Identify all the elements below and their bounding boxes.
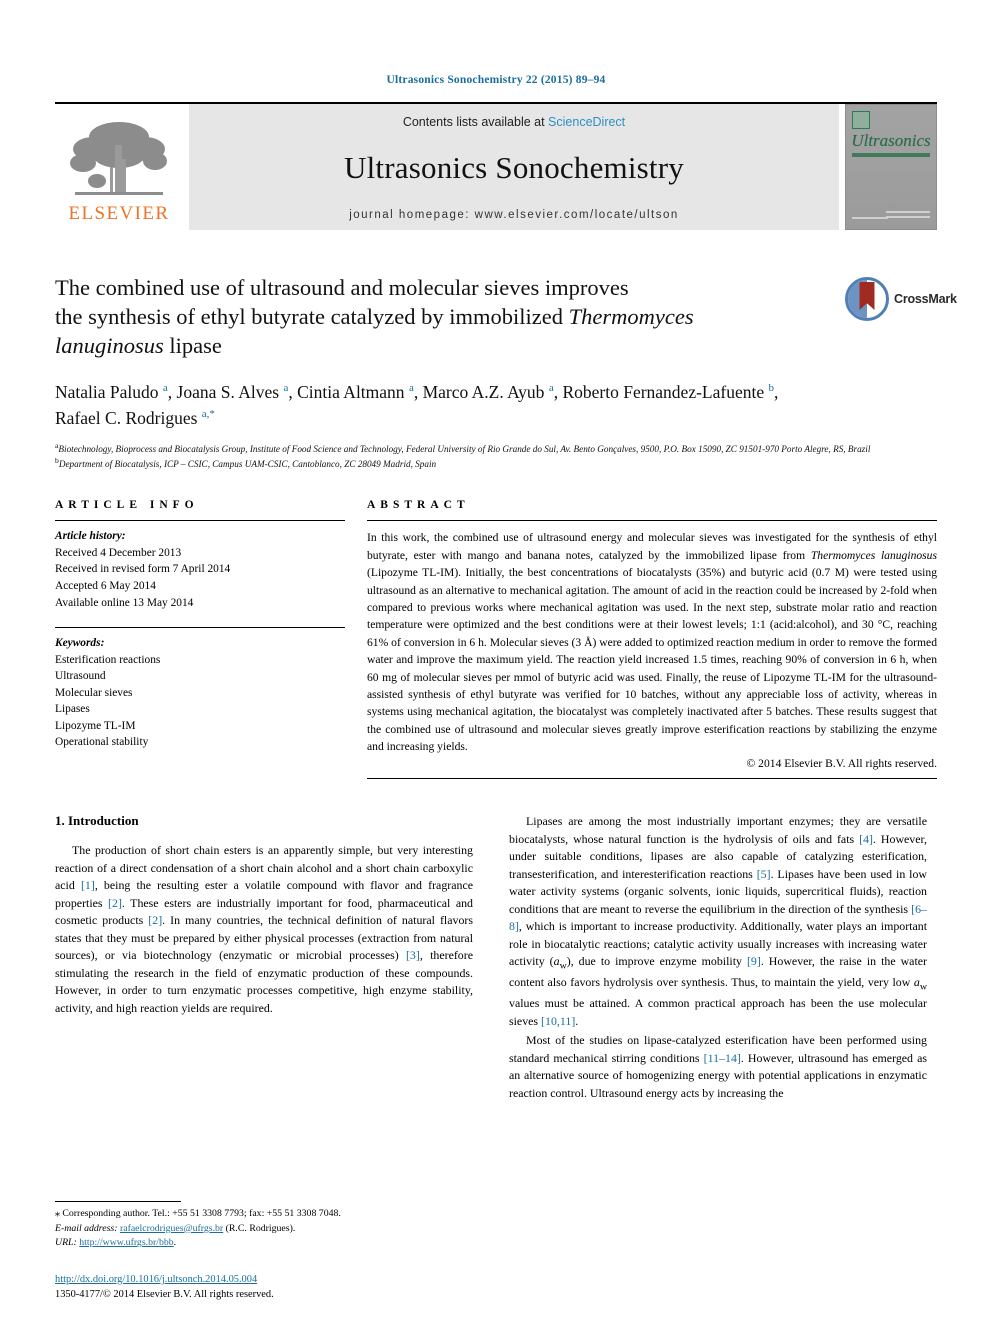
article-info-rule bbox=[55, 520, 345, 522]
journal-masthead: ELSEVIER Contents lists available at Sci… bbox=[55, 102, 937, 230]
keywords-list: Keywords: Esterification reactions Ultra… bbox=[55, 635, 345, 751]
crossmark-badge[interactable]: CrossMark bbox=[845, 276, 957, 322]
body-column-right: Lipases are among the most industrially … bbox=[509, 813, 927, 1104]
affiliation-b-text: Department of Biocatalysis, ICP – CSIC, … bbox=[58, 459, 437, 470]
intro-paragraph-right-1: Lipases are among the most industrially … bbox=[509, 813, 927, 1030]
affiliation-a: aBiotechnology, Bioprocess and Biocataly… bbox=[55, 441, 871, 455]
contents-prefix: Contents lists available at bbox=[402, 115, 549, 129]
keyword-item: Esterification reactions bbox=[55, 653, 161, 666]
cover-text-lines-right bbox=[886, 211, 930, 221]
citation-ref[interactable]: [5] bbox=[757, 867, 771, 881]
imprint-block: http://dx.doi.org/10.1016/j.ultsonch.201… bbox=[55, 1272, 485, 1303]
keyword-item: Molecular sieves bbox=[55, 686, 133, 699]
right-text-h: . bbox=[575, 1013, 579, 1028]
cover-text-lines-left bbox=[852, 217, 888, 219]
article-page: Ultrasonics Sonochemistry 22 (2015) 89–9… bbox=[0, 0, 992, 1323]
article-info-heading: ARTICLE INFO bbox=[55, 499, 199, 512]
title-block: The combined use of ultrasound and molec… bbox=[55, 274, 957, 360]
keyword-item: Lipases bbox=[55, 703, 90, 716]
body-column-left: 1. Introduction The production of short … bbox=[55, 813, 473, 1104]
keyword-item: Ultrasound bbox=[55, 670, 106, 683]
url-link[interactable]: http://www.ufrgs.br/bbb bbox=[79, 1237, 173, 1248]
intro-paragraph-left: The production of short chain esters is … bbox=[55, 842, 473, 1017]
journal-cover-thumbnail: Ultrasonics bbox=[845, 104, 937, 230]
citation-ref[interactable]: [2] bbox=[108, 896, 122, 910]
abstract-heading: ABSTRACT bbox=[367, 499, 470, 512]
footnote-url: URL: http://www.ufrgs.br/bbb. bbox=[55, 1236, 473, 1251]
crossmark-icon bbox=[845, 277, 889, 321]
title-line-3-tail: lipase bbox=[163, 332, 222, 358]
abstract-rule-bottom bbox=[367, 778, 937, 780]
cover-rule bbox=[852, 153, 930, 157]
citation-ref[interactable]: [3] bbox=[406, 948, 420, 962]
intro-paragraph-right-2: Most of the studies on lipase-catalyzed … bbox=[509, 1032, 927, 1102]
running-head: Ultrasonics Sonochemistry 22 (2015) 89–9… bbox=[386, 74, 606, 86]
corresponding-author-footnote: ⁎ Corresponding author. Tel.: +55 51 330… bbox=[55, 1200, 473, 1251]
citation-ref[interactable]: [4] bbox=[859, 832, 873, 846]
abstract-part-2: (Lipozyme TL-IM). Initially, the best co… bbox=[367, 566, 937, 754]
aw-subscript: w bbox=[559, 960, 567, 972]
history-item: Received 4 December 2013 bbox=[55, 546, 182, 559]
footnote-email: E-mail address: rafaelcrodrigues@ufrgs.b… bbox=[55, 1222, 473, 1237]
aw-subscript: w bbox=[919, 981, 927, 993]
title-line-1: The combined use of ultrasound and molec… bbox=[55, 275, 629, 300]
email-label: E-mail address: bbox=[55, 1222, 118, 1234]
history-item: Received in revised form 7 April 2014 bbox=[55, 563, 231, 576]
right-text-e: ), due to improve enzyme mobility bbox=[566, 954, 747, 969]
page-title: The combined use of ultrasound and molec… bbox=[55, 274, 850, 360]
email-owner: (R.C. Rodrigues). bbox=[223, 1222, 296, 1234]
abstract-copyright: © 2014 Elsevier B.V. All rights reserved… bbox=[746, 757, 937, 771]
abstract-organism: Thermomyces lanuginosus bbox=[810, 548, 937, 562]
footnote-corresponding: ⁎ Corresponding author. Tel.: +55 51 330… bbox=[55, 1207, 473, 1222]
url-label: URL: bbox=[55, 1237, 77, 1249]
url-tail: . bbox=[173, 1237, 177, 1249]
keyword-item: Lipozyme TL-IM bbox=[55, 719, 136, 732]
body-columns: 1. Introduction The production of short … bbox=[55, 813, 937, 1104]
elsevier-tree-icon bbox=[70, 122, 167, 195]
masthead-center: Contents lists available at ScienceDirec… bbox=[189, 104, 839, 230]
elsevier-wordmark: ELSEVIER bbox=[68, 203, 170, 224]
title-genus: Thermomyces bbox=[568, 303, 694, 329]
article-info-column: ARTICLE INFO Article history: Received 4… bbox=[55, 499, 345, 779]
journal-title: Ultrasonics Sonochemistry bbox=[344, 150, 684, 185]
journal-homepage-link[interactable]: journal homepage: www.elsevier.com/locat… bbox=[349, 209, 679, 221]
keywords-rule bbox=[55, 627, 345, 629]
info-abstract-section: ARTICLE INFO Article history: Received 4… bbox=[55, 499, 937, 780]
keywords-label: Keywords: bbox=[55, 637, 105, 650]
abstract-column: ABSTRACT In this work, the combined use … bbox=[367, 499, 937, 780]
cover-emblem-icon bbox=[852, 111, 870, 129]
article-history: Article history: Received 4 December 201… bbox=[55, 528, 345, 611]
citation-ref[interactable]: [10,11] bbox=[541, 1014, 575, 1028]
history-item: Accepted 6 May 2014 bbox=[55, 579, 156, 592]
doi-link[interactable]: http://dx.doi.org/10.1016/j.ultsonch.201… bbox=[55, 1272, 485, 1288]
section-heading-introduction: 1. Introduction bbox=[55, 813, 139, 829]
citation-ref[interactable]: [1] bbox=[81, 878, 95, 892]
article-history-label: Article history: bbox=[55, 530, 126, 543]
citation-ref[interactable]: [9] bbox=[747, 954, 761, 968]
citation-ref[interactable]: [11–14] bbox=[704, 1051, 741, 1065]
history-item: Available online 13 May 2014 bbox=[55, 596, 194, 609]
abstract-text: In this work, the combined use of ultras… bbox=[367, 529, 937, 755]
keywords-block: Keywords: Esterification reactions Ultra… bbox=[55, 627, 345, 751]
citation-ref[interactable]: [2] bbox=[148, 913, 162, 927]
footnote-rule bbox=[55, 1200, 181, 1202]
author-list: Natalia Paludo a, Joana S. Alves a, Cint… bbox=[55, 382, 779, 428]
email-link[interactable]: rafaelcrodrigues@ufrgs.br bbox=[120, 1223, 223, 1234]
issn-copyright-line: 1350-4177/© 2014 Elsevier B.V. All right… bbox=[55, 1289, 274, 1301]
keyword-item: Operational stability bbox=[55, 736, 149, 749]
sciencedirect-link[interactable]: ScienceDirect bbox=[548, 115, 625, 129]
crossmark-bookmark-icon bbox=[859, 282, 875, 310]
footnote-corresponding-text: Corresponding author. Tel.: +55 51 3308 … bbox=[62, 1207, 341, 1219]
elsevier-logo: ELSEVIER bbox=[55, 104, 183, 230]
affiliation-a-text: Biotechnology, Bioprocess and Biocatalys… bbox=[58, 444, 871, 455]
cover-title: Ultrasonics bbox=[851, 131, 931, 150]
title-species: lanuginosus bbox=[55, 332, 164, 358]
contents-lists-line: Contents lists available at ScienceDirec… bbox=[403, 115, 625, 129]
crossmark-label: CrossMark bbox=[894, 292, 957, 306]
abstract-rule-top bbox=[367, 520, 937, 522]
affiliation-b: bDepartment of Biocatalysis, ICP – CSIC,… bbox=[55, 456, 437, 470]
title-line-2: the synthesis of ethyl butyrate catalyze… bbox=[55, 303, 569, 329]
affiliations: aBiotechnology, Bioprocess and Biocataly… bbox=[55, 441, 937, 471]
